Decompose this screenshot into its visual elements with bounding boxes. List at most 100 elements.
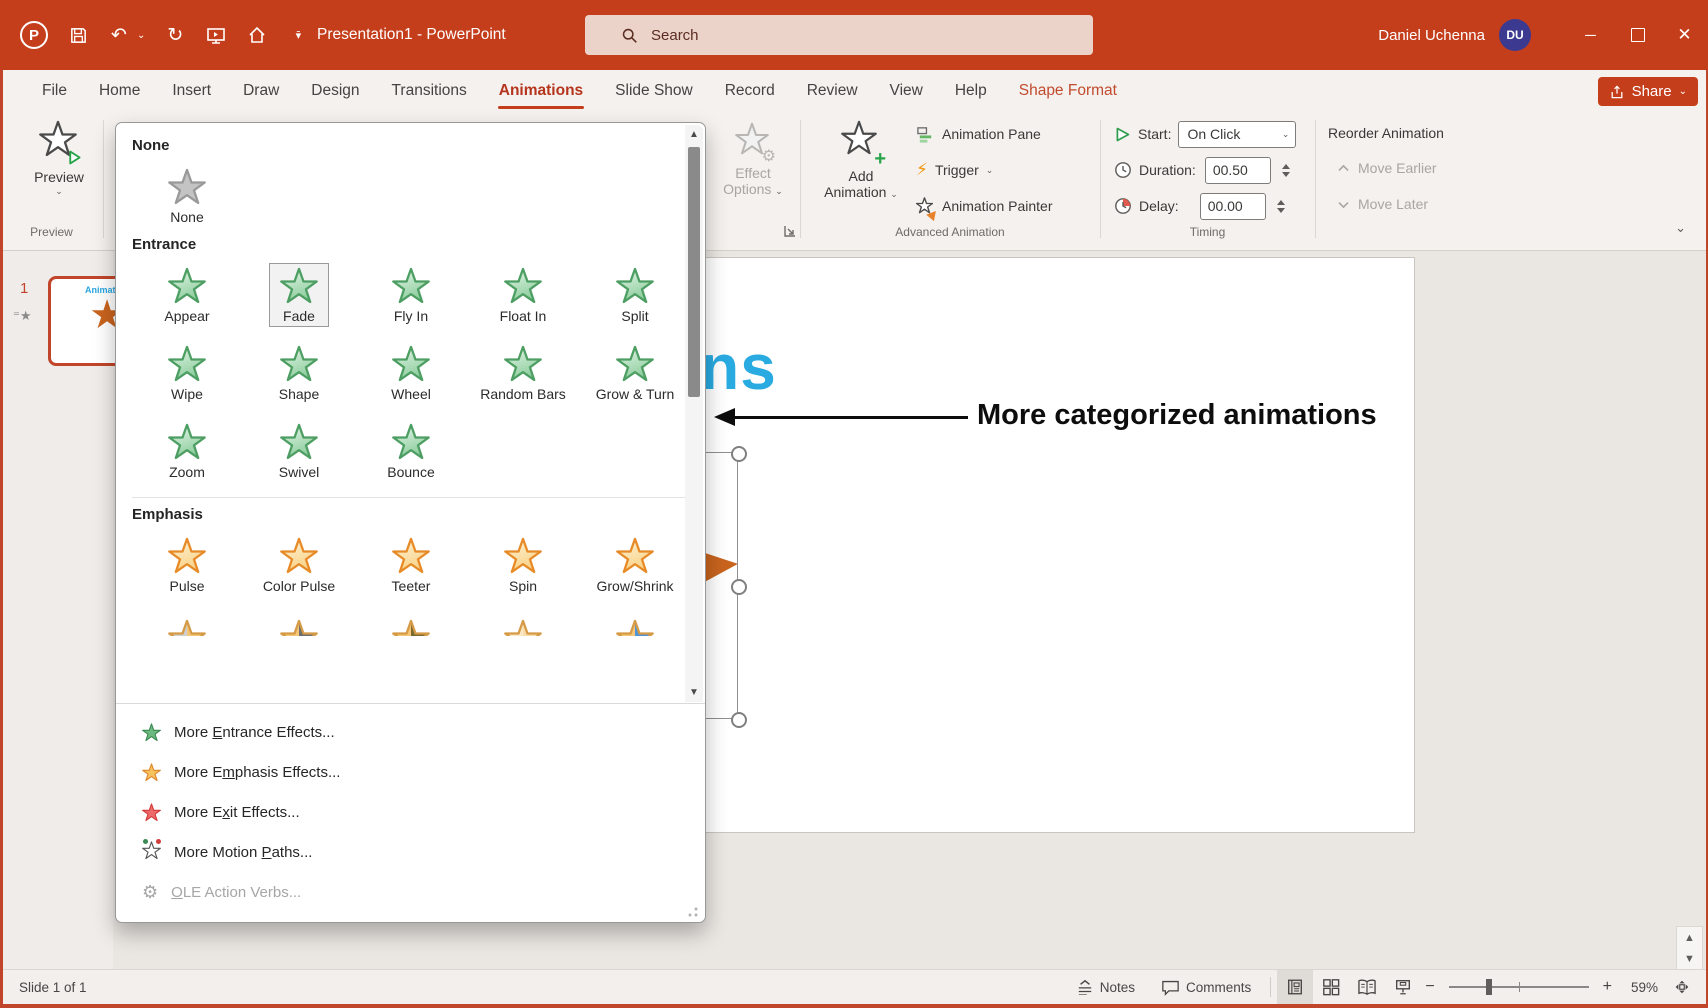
gallery-scroll-down-icon[interactable]: ▼ <box>685 687 703 698</box>
zoom-slider[interactable] <box>1449 986 1589 988</box>
menu-item-more-motion-paths[interactable]: More Motion Paths... <box>116 832 705 872</box>
zoom-percent[interactable]: 59% <box>1616 980 1664 995</box>
gallery-item-random-bars[interactable]: Random Bars <box>467 335 579 413</box>
tab-draw[interactable]: Draw <box>227 70 295 112</box>
delay-spinner[interactable] <box>1277 200 1285 213</box>
gallery-item-fly-in[interactable]: Fly In <box>355 257 467 335</box>
start-chevron-icon[interactable]: ⌄ <box>1282 129 1290 140</box>
powerpoint-logo-icon[interactable]: P <box>20 21 48 49</box>
zoom-out-button[interactable]: − <box>1421 978 1438 996</box>
gallery-item-partial[interactable] <box>467 609 579 636</box>
gallery-item-float-in[interactable]: Float In <box>467 257 579 335</box>
avatar[interactable]: DU <box>1499 19 1531 51</box>
tab-view[interactable]: View <box>874 70 939 112</box>
customize-quick-access-icon[interactable]: ▾̄ <box>287 24 309 46</box>
tab-file[interactable]: File <box>26 70 83 112</box>
add-animation-button[interactable]: + Add Animation ⌄ <box>818 120 904 200</box>
add-animation-line1: Add <box>849 168 874 184</box>
scroll-up-icon[interactable]: ▲ <box>1684 932 1695 944</box>
animation-painter-button[interactable]: Animation Painter <box>916 192 1053 220</box>
share-button[interactable]: Share ⌄ <box>1598 77 1698 106</box>
reading-view-button[interactable] <box>1349 970 1385 1004</box>
tab-review[interactable]: Review <box>791 70 874 112</box>
delay-input[interactable]: 00.00 <box>1200 193 1266 220</box>
gallery-item-partial[interactable] <box>243 609 355 636</box>
tab-design[interactable]: Design <box>295 70 375 112</box>
animation-pane-button[interactable]: Animation Pane <box>916 120 1041 148</box>
gallery-scrollbar-thumb[interactable] <box>688 147 700 397</box>
gallery-item-appear[interactable]: Appear <box>131 257 243 335</box>
preview-button[interactable]: Preview ⌄ <box>14 120 104 197</box>
gallery-item-wheel[interactable]: Wheel <box>355 335 467 413</box>
comments-button[interactable]: Comments <box>1148 970 1264 1004</box>
collapse-ribbon-icon[interactable]: ⌄ <box>1675 220 1686 236</box>
gallery-item-bounce[interactable]: Bounce <box>355 413 467 491</box>
gallery-item-shape[interactable]: Shape <box>243 335 355 413</box>
preview-chevron-icon[interactable]: ⌄ <box>55 186 63 197</box>
tab-help[interactable]: Help <box>939 70 1003 112</box>
gallery-scroll-up-icon[interactable]: ▲ <box>685 129 703 140</box>
gallery-item-none[interactable]: None <box>131 158 243 236</box>
selection-handle-top[interactable] <box>731 446 747 462</box>
grow-shrink-star-icon <box>616 537 654 575</box>
notes-button[interactable]: Notes <box>1063 970 1148 1004</box>
duration-input[interactable]: 00.50 <box>1205 157 1271 184</box>
zoom-in-button[interactable]: + <box>1599 978 1616 996</box>
maximize-button[interactable] <box>1614 0 1661 70</box>
tab-record[interactable]: Record <box>709 70 791 112</box>
zoom-slider-thumb[interactable] <box>1486 979 1492 995</box>
home-icon[interactable] <box>246 24 268 46</box>
gallery-item-partial[interactable] <box>131 609 243 636</box>
menu-item-more-emphasis-effects[interactable]: More Emphasis Effects... <box>116 752 705 792</box>
selection-handle-middle[interactable] <box>731 579 747 595</box>
tab-slide-show[interactable]: Slide Show <box>599 70 709 112</box>
scroll-down-icon[interactable]: ▼ <box>1684 953 1695 965</box>
share-chevron-icon[interactable]: ⌄ <box>1679 86 1687 97</box>
gallery-item-zoom[interactable]: Zoom <box>131 413 243 491</box>
redo-icon[interactable]: ↻ <box>164 24 186 46</box>
slideshow-from-beginning-icon[interactable] <box>205 24 227 46</box>
selection-handle-bottom[interactable] <box>731 712 747 728</box>
gallery-item-partial[interactable] <box>579 609 691 636</box>
gallery-item-partial[interactable] <box>355 609 467 636</box>
gallery-item-split[interactable]: Split <box>579 257 691 335</box>
entrance-menu-icon <box>142 723 161 742</box>
undo-chevron-icon[interactable]: ⌄ <box>137 30 145 41</box>
duration-spinner[interactable] <box>1282 164 1290 177</box>
tab-animations[interactable]: Animations <box>483 70 599 112</box>
gallery-item-grow-turn[interactable]: Grow & Turn <box>579 335 691 413</box>
gallery-item-swivel[interactable]: Swivel <box>243 413 355 491</box>
trigger-button[interactable]: ⚡ Trigger ⌄ <box>916 156 993 184</box>
gallery-item-pulse[interactable]: Pulse <box>131 527 243 605</box>
search-input[interactable]: Search <box>585 15 1093 55</box>
undo-icon[interactable]: ↶ <box>108 24 130 46</box>
normal-view-button[interactable] <box>1277 970 1313 1004</box>
tab-transitions[interactable]: Transitions <box>376 70 483 112</box>
menu-item-more-exit-effects[interactable]: More Exit Effects... <box>116 792 705 832</box>
slide-animation-indicator-icon[interactable]: ⁼★ <box>13 308 32 324</box>
slide-sorter-view-button[interactable] <box>1313 970 1349 1004</box>
tab-shape-format[interactable]: Shape Format <box>1003 70 1133 112</box>
slideshow-view-button[interactable] <box>1385 970 1421 1004</box>
gallery-item-wipe[interactable]: Wipe <box>131 335 243 413</box>
tab-home[interactable]: Home <box>83 70 156 112</box>
gallery-resize-grip[interactable] <box>688 907 698 917</box>
canvas-scrollbar[interactable]: ▲ ▼ <box>1676 926 1703 970</box>
fit-slide-to-window-button[interactable] <box>1664 970 1700 1004</box>
user-name[interactable]: Daniel Uchenna <box>1378 27 1485 44</box>
gallery-scrollbar[interactable]: ▲ ▼ <box>685 125 703 702</box>
menu-item-more-entrance-effects[interactable]: More Entrance Effects... <box>116 712 705 752</box>
gallery-item-grow-shrink[interactable]: Grow/Shrink <box>579 527 691 605</box>
tab-insert[interactable]: Insert <box>156 70 227 112</box>
animation-dialog-launcher[interactable] <box>784 225 796 237</box>
close-button[interactable]: ✕ <box>1661 0 1708 70</box>
start-select[interactable]: On Click ⌄ <box>1178 121 1296 148</box>
gallery-item-fade[interactable]: Fade <box>243 257 355 335</box>
annotation-text[interactable]: More categorized animations <box>977 399 1377 432</box>
save-icon[interactable] <box>67 24 89 46</box>
gallery-item-teeter[interactable]: Teeter <box>355 527 467 605</box>
minimize-button[interactable]: ─ <box>1567 0 1614 70</box>
gallery-item-color-pulse[interactable]: Color Pulse <box>243 527 355 605</box>
annotation-arrow[interactable] <box>733 416 968 419</box>
gallery-item-spin[interactable]: Spin <box>467 527 579 605</box>
